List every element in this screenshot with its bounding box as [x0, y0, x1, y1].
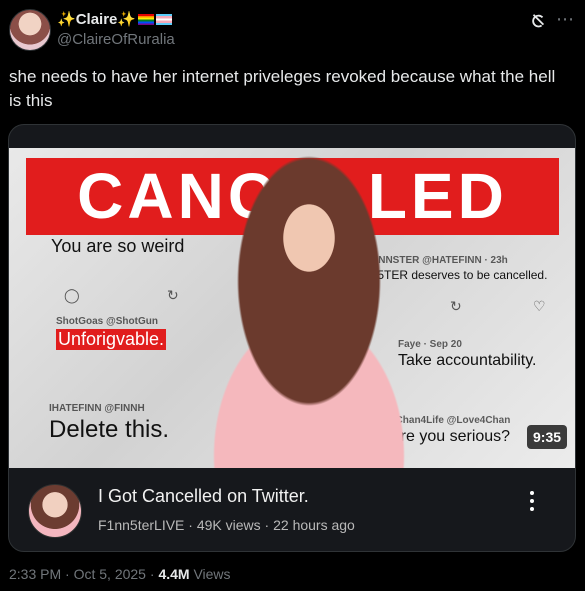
video-menu-icon[interactable]	[527, 487, 537, 515]
channel-avatar[interactable]	[28, 484, 82, 538]
reply-icon: ◯	[64, 287, 80, 303]
more-icon[interactable]: ⋯	[556, 9, 575, 30]
grok-icon[interactable]	[529, 12, 547, 30]
thumbnail-comment: IHATEFINN @FINNH Delete this.	[49, 403, 170, 443]
video-meta: F1nn5terLIVE · 49K views · 22 hours ago	[98, 517, 355, 533]
trans-flag-icon	[156, 14, 173, 25]
thumbnail-comment: You are so weird	[51, 236, 185, 256]
rainbow-flag-icon	[138, 14, 155, 25]
video-thumbnail[interactable]: CANCELLED You are so weird ANTIFINNSTER …	[9, 148, 575, 468]
tweet-body: she needs to have her internet privelege…	[9, 67, 556, 110]
profile-avatar[interactable]	[9, 9, 51, 51]
thumbnail-person	[204, 156, 414, 468]
sparkle-icon: ✨	[117, 11, 137, 28]
tweet-header: ✨Claire✨ @ClaireOfRuralia ⋯	[0, 0, 585, 60]
video-card[interactable]: CANCELLED You are so weird ANTIFINNSTER …	[8, 124, 576, 552]
thumbnail-comment: ShotGoas @ShotGun Unforigvable.	[56, 316, 167, 350]
display-name[interactable]: ✨Claire✨	[57, 10, 173, 28]
retweet-icon: ↻	[167, 287, 179, 303]
video-duration: 9:35	[527, 425, 568, 449]
retweet-icon: ↻	[450, 298, 462, 314]
user-handle[interactable]: @ClaireOfRuralia	[57, 31, 175, 48]
heart-icon: ♡	[533, 298, 546, 314]
sparkle-icon: ✨	[57, 11, 76, 28]
thumbnail-comment: Faye · Sep 20 Take accountability.	[398, 339, 537, 369]
video-info[interactable]: I Got Cancelled on Twitter. F1nn5terLIVE…	[9, 470, 575, 551]
video-title[interactable]: I Got Cancelled on Twitter.	[98, 486, 309, 507]
tweet-meta: 2:33 PM · Oct 5, 2025 · 4.4M Views	[9, 566, 231, 582]
